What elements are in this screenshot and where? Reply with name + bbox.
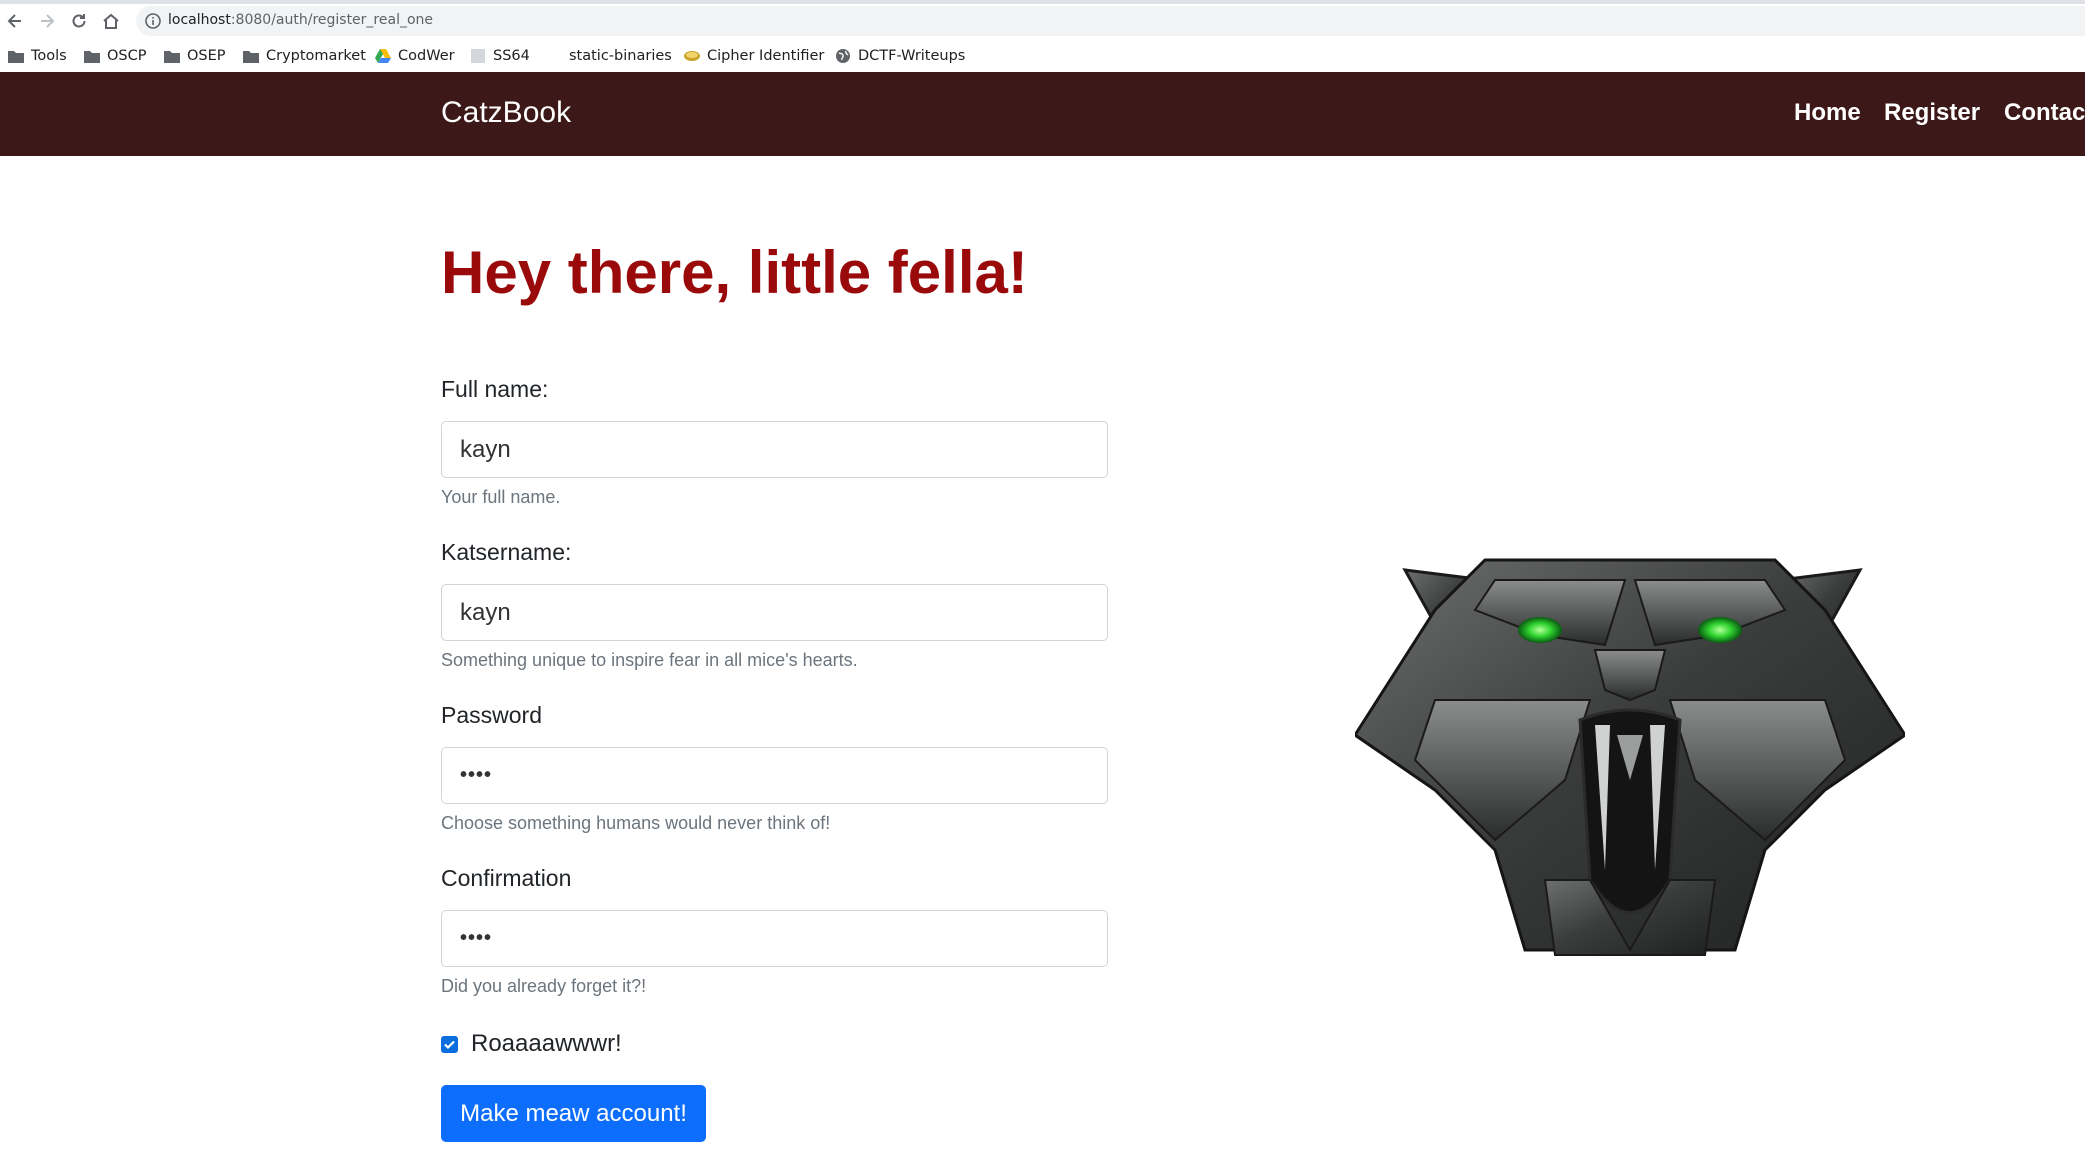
bookmark-ss64[interactable]: SS64 — [469, 44, 530, 68]
katsername-help: Something unique to inspire fear in all … — [441, 650, 858, 670]
nav-register[interactable]: Register — [1884, 99, 1980, 127]
back-button[interactable] — [2, 8, 28, 34]
cat-medallion-image — [1355, 558, 1905, 956]
tab-strip-edge — [0, 0, 2085, 4]
katsername-label: Katsername: — [441, 539, 572, 565]
folder-icon — [164, 51, 180, 63]
page-title: Hey there, little fella! — [441, 239, 1028, 306]
url-text: localhost:8080/auth/register_real_one — [168, 12, 434, 28]
bookmark-tools[interactable]: Tools — [7, 44, 67, 68]
google-drive-icon — [375, 49, 391, 63]
bookmark-dctf-writeups[interactable]: DCTF-Writeups — [834, 44, 965, 68]
folder-icon — [8, 51, 24, 63]
nav-contact[interactable]: Contac — [2004, 99, 2085, 127]
roar-checkbox-label[interactable]: Roaaaawwwr! — [471, 1030, 622, 1058]
home-button[interactable] — [98, 8, 124, 34]
bookmark-osep[interactable]: OSEP — [163, 44, 226, 68]
page-icon — [471, 49, 485, 63]
full-name-help: Your full name. — [441, 487, 561, 507]
password-help: Choose something humans would never thin… — [441, 813, 831, 833]
dcode-icon — [684, 51, 700, 61]
checkmark-icon — [444, 1040, 455, 1049]
bookmark-codwer[interactable]: CodWer — [374, 44, 455, 68]
confirmation-help: Did you already forget it?! — [441, 976, 647, 996]
address-bar[interactable]: localhost:8080/auth/register_real_one — [136, 6, 2085, 36]
katsername-input[interactable]: kayn — [441, 584, 1108, 641]
site-navbar: CatzBook Home Register Contac — [0, 72, 2085, 156]
roar-checkbox-row: Roaaaawwwr! — [441, 1030, 622, 1058]
make-account-button[interactable]: Make meaw account! — [441, 1085, 706, 1142]
full-name-label: Full name: — [441, 376, 549, 402]
bookmarks-bar: Tools OSCP OSEP Cryptomarket CodWer SS64… — [0, 40, 2085, 72]
reload-button[interactable] — [66, 8, 92, 34]
globe-icon — [836, 49, 850, 63]
roar-checkbox[interactable] — [441, 1035, 458, 1053]
reload-icon — [72, 14, 86, 28]
folder-icon — [243, 51, 259, 63]
blank-icon — [545, 48, 563, 64]
confirmation-input[interactable]: •••• — [441, 910, 1108, 967]
forward-button[interactable] — [34, 8, 60, 34]
bookmark-static-binaries[interactable]: static-binaries — [545, 44, 672, 68]
home-icon — [103, 13, 119, 29]
bookmark-oscp[interactable]: OSCP — [83, 44, 147, 68]
info-icon[interactable] — [144, 12, 162, 30]
bookmark-cryptomarket[interactable]: Cryptomarket — [242, 44, 366, 68]
password-label: Password — [441, 702, 542, 728]
browser-toolbar: localhost:8080/auth/register_real_one — [0, 0, 2085, 40]
full-name-input[interactable]: kayn — [441, 421, 1108, 478]
confirmation-label: Confirmation — [441, 865, 572, 891]
nav-home[interactable]: Home — [1794, 99, 1861, 127]
password-input[interactable]: •••• — [441, 747, 1108, 804]
folder-icon — [84, 51, 100, 63]
arrow-left-icon — [7, 14, 21, 28]
brand-logo-text[interactable]: CatzBook — [441, 96, 571, 130]
bookmark-cipher-identifier[interactable]: Cipher Identifier — [683, 44, 824, 68]
arrow-right-icon — [41, 14, 55, 28]
